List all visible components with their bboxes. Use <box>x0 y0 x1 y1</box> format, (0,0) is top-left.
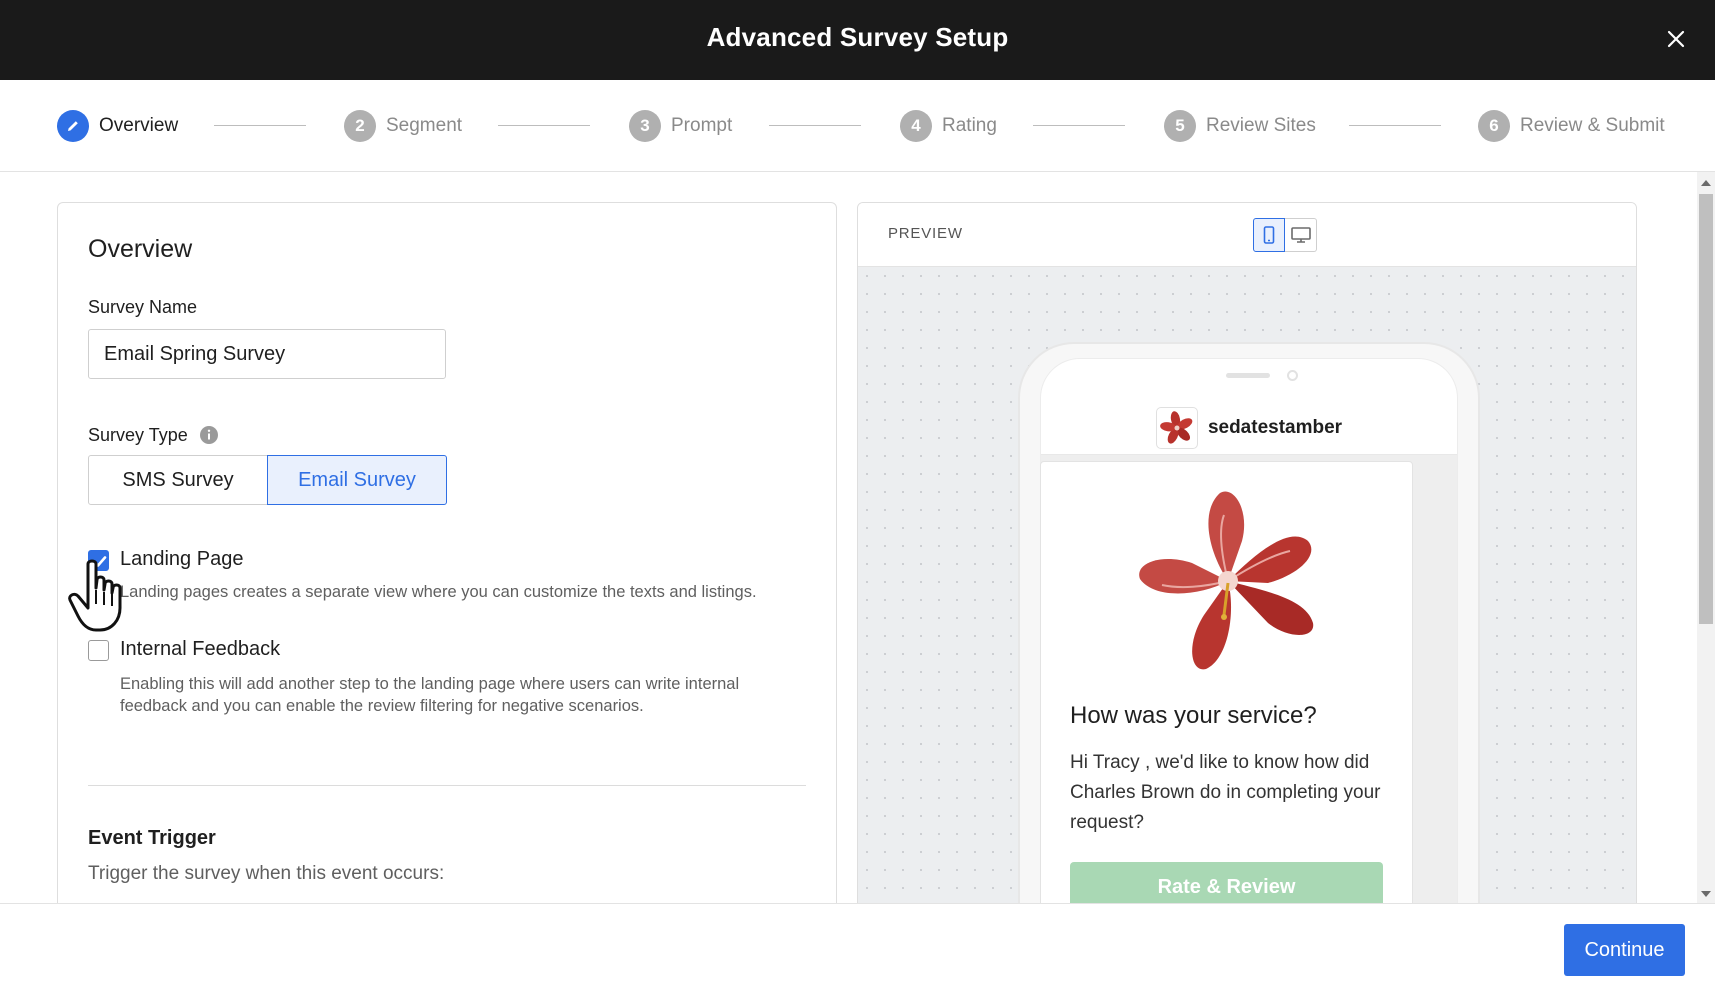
desktop-view-button[interactable] <box>1285 218 1317 252</box>
step-label: Rating <box>942 115 997 136</box>
brand-name: sedatestamber <box>1207 416 1343 438</box>
step-overview[interactable]: Overview <box>57 109 178 143</box>
step-label: Overview <box>99 115 179 136</box>
rate-review-button[interactable]: Rate & Review <box>1070 862 1383 903</box>
mobile-view-button[interactable] <box>1253 218 1285 252</box>
brand-header: sedatestamber <box>1041 401 1457 455</box>
overview-card: Overview Survey Name Survey Type SMS Sur… <box>57 202 837 903</box>
content-area: Overview Survey Name Survey Type SMS Sur… <box>0 172 1715 903</box>
setup-stepper: Overview 2 Segment 3 Prompt 4 Rating 5 R… <box>0 80 1715 172</box>
survey-question-title: How was your service? <box>1070 702 1317 729</box>
desktop-icon <box>1290 227 1311 243</box>
step-number: 5 <box>1164 110 1196 142</box>
flower-logo-icon <box>1160 410 1193 444</box>
info-icon[interactable] <box>199 425 219 445</box>
continue-button[interactable]: Continue <box>1564 924 1685 976</box>
step-label: Prompt <box>671 115 733 136</box>
section-title: Overview <box>88 235 193 263</box>
divider <box>88 785 806 786</box>
survey-name-label: Survey Name <box>88 297 198 317</box>
survey-name-input[interactable] <box>88 329 446 379</box>
vertical-scrollbar[interactable] <box>1697 172 1715 903</box>
step-prompt[interactable]: 3 Prompt <box>629 109 732 143</box>
dialog-title: Advanced Survey Setup <box>706 22 1009 52</box>
internal-feedback-checkbox[interactable] <box>88 640 109 661</box>
step-connector <box>1349 125 1441 126</box>
phone-frame: sedatestamber How was your service? Hi T… <box>1018 342 1480 903</box>
phone-speaker <box>1226 373 1270 378</box>
scroll-down-icon[interactable] <box>1701 891 1711 897</box>
scroll-up-icon[interactable] <box>1701 180 1711 186</box>
device-toggle <box>1253 218 1317 252</box>
event-trigger-heading: Event Trigger <box>88 827 216 849</box>
step-number: 3 <box>629 110 661 142</box>
dialog-footer: Continue <box>0 903 1715 993</box>
step-connector <box>1033 125 1125 126</box>
step-review-submit[interactable]: 6 Review & Submit <box>1478 109 1665 143</box>
step-rating[interactable]: 4 Rating <box>900 109 997 143</box>
hand-cursor-icon <box>68 559 122 632</box>
event-trigger-description: Trigger the survey when this event occur… <box>88 863 445 884</box>
flower-image <box>1139 491 1314 670</box>
step-review-sites[interactable]: 5 Review Sites <box>1164 109 1316 143</box>
scrollbar-thumb[interactable] <box>1699 194 1713 624</box>
dialog-header: Advanced Survey Setup <box>0 0 1715 80</box>
internal-feedback-description-line1: Enabling this will add another step to t… <box>120 675 740 693</box>
internal-feedback-description-line2: feedback and you can enable the review f… <box>120 697 644 715</box>
preview-card: PREVIEW sedatestamber How was your servi… <box>857 202 1637 903</box>
sms-survey-option[interactable]: SMS Survey <box>88 455 268 505</box>
step-connector <box>214 125 306 126</box>
pencil-icon <box>57 110 89 142</box>
step-number: 6 <box>1478 110 1510 142</box>
step-label: Segment <box>386 115 463 136</box>
step-connector <box>498 125 590 126</box>
survey-card: How was your service? Hi Tracy , we'd li… <box>1040 461 1413 903</box>
brand-logo <box>1155 406 1198 449</box>
survey-question-body: Hi Tracy , we'd like to know how did Cha… <box>1070 752 1381 833</box>
preview-header: PREVIEW <box>858 203 1636 267</box>
step-label: Review & Submit <box>1520 115 1665 136</box>
mobile-icon <box>1263 226 1275 244</box>
step-number: 2 <box>344 110 376 142</box>
landing-page-description: Landing pages creates a separate view wh… <box>120 583 757 601</box>
close-icon[interactable] <box>1663 26 1689 52</box>
preview-title: PREVIEW <box>888 225 963 242</box>
landing-page-label: Landing Page <box>120 548 244 570</box>
internal-feedback-label: Internal Feedback <box>120 638 281 660</box>
email-survey-option[interactable]: Email Survey <box>267 455 447 505</box>
step-connector <box>769 125 861 126</box>
preview-canvas: sedatestamber How was your service? Hi T… <box>858 267 1636 903</box>
step-number: 4 <box>900 110 932 142</box>
phone-camera <box>1287 370 1298 381</box>
step-label: Review Sites <box>1206 115 1316 136</box>
step-segment[interactable]: 2 Segment <box>344 109 462 143</box>
survey-type-label: Survey Type <box>88 425 188 445</box>
